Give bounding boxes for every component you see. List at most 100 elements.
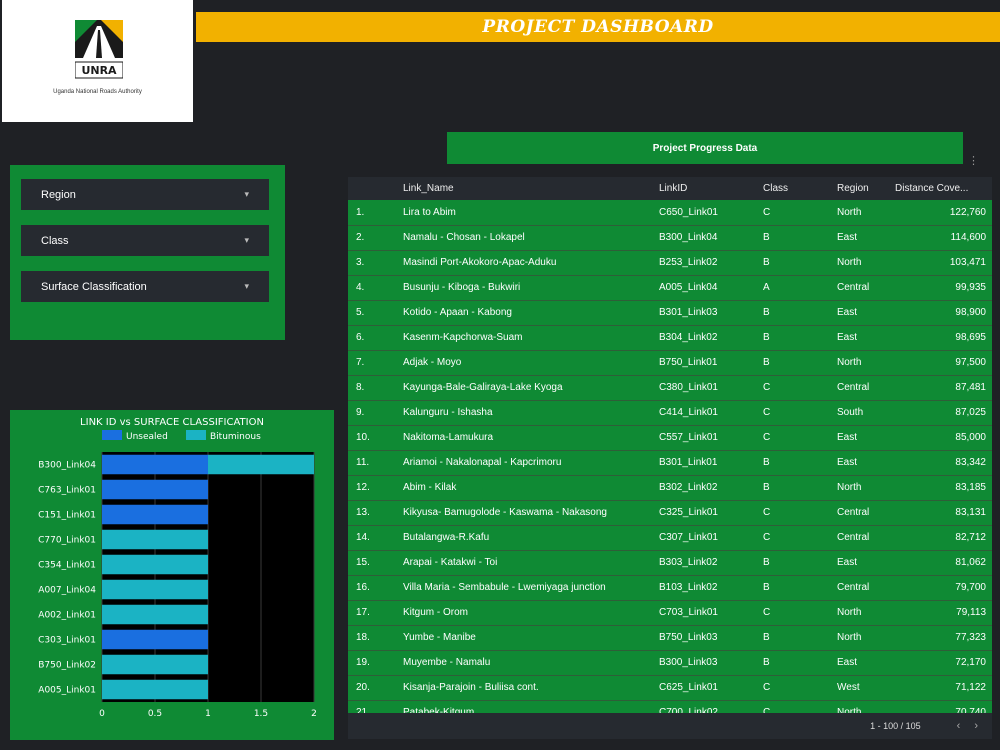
region-filter-label: Region <box>41 188 76 201</box>
class-cell: B <box>763 650 837 676</box>
unra-logo-icon: UNRA <box>75 20 123 79</box>
distance-cell: 122,760 <box>895 200 992 226</box>
distance-cell: 99,935 <box>895 275 992 301</box>
table-row[interactable]: 18. Yumbe - Manibe B750_Link03 B North 77,323 <box>348 625 992 651</box>
table-row[interactable]: 9. Kalunguru - Ishasha C414_Link01 C South 87… <box>348 400 992 426</box>
col-header-link-id[interactable]: LinkID <box>659 177 763 200</box>
distance-cell: 97,500 <box>895 350 992 376</box>
link-id-cell: B301_Link03 <box>659 300 763 326</box>
distance-cell: 83,131 <box>895 500 992 526</box>
region-filter[interactable]: Region ▾ <box>21 179 269 210</box>
bar-segment[interactable] <box>208 454 314 475</box>
table-row[interactable]: 2. Namalu - Chosan - Lokapel B300_Link04 B E… <box>348 225 992 251</box>
class-cell: C <box>763 500 837 526</box>
link-name-cell: Busunju - Kiboga - Bukwiri <box>403 275 659 301</box>
col-header-link-name[interactable]: Link_Name <box>403 177 659 200</box>
chevron-left-icon[interactable]: ‹ <box>957 720 961 732</box>
class-cell: B <box>763 450 837 476</box>
y-tick-label: C151_Link01 <box>38 511 96 521</box>
surface-classification-filter[interactable]: Surface Classification ▾ <box>21 271 269 302</box>
link-name-cell: Kasenm-Kapchorwa-Suam <box>403 325 659 351</box>
chevron-down-icon: ▾ <box>244 281 249 291</box>
row-index: 17. <box>348 600 403 626</box>
row-index: 19. <box>348 650 403 676</box>
y-tick-label: C763_Link01 <box>38 486 96 496</box>
link-name-cell: Nakitoma-Lamukura <box>403 425 659 451</box>
x-tick-label: 0.5 <box>148 709 162 719</box>
col-header-distance[interactable]: Distance Cove... <box>895 177 992 200</box>
distance-cell: 85,000 <box>895 425 992 451</box>
chevron-right-icon[interactable]: › <box>974 720 978 732</box>
table-row[interactable]: 13. Kikyusa- Bamugolode - Kaswama - Nakas… <box>348 500 992 526</box>
bar-segment[interactable] <box>102 479 208 500</box>
table-row[interactable]: 20. Kisanja-Parajoin - Buliisa cont. C625_… <box>348 675 992 701</box>
table-row[interactable]: 6. Kasenm-Kapchorwa-Suam B304_Link02 B East 9… <box>348 325 992 351</box>
region-cell: East <box>837 300 895 326</box>
link-id-cell: B253_Link02 <box>659 250 763 276</box>
class-cell: C <box>763 400 837 426</box>
link-id-cell: C557_Link01 <box>659 425 763 451</box>
table-row[interactable]: 3. Masindi Port-Akokoro-Apac-Aduku B253_Li… <box>348 250 992 276</box>
link-name-cell: Adjak - Moyo <box>403 350 659 376</box>
table-row[interactable]: 15. Arapai - Katakwi - Toi B303_Link02 B Eas… <box>348 550 992 576</box>
table-row[interactable]: 8. Kayunga-Bale-Galiraya-Lake Kyoga C380_L… <box>348 375 992 401</box>
table-row[interactable]: 4. Busunju - Kiboga - Bukwiri A005_Link04 A… <box>348 275 992 301</box>
bar-segment[interactable] <box>102 629 208 650</box>
table-row[interactable]: 16. Villa Maria - Sembabule - Lwemiyaga j… <box>348 575 992 601</box>
table-row[interactable]: 11. Ariamoi - Nakalonapal - Kapcrimoru B30… <box>348 450 992 476</box>
table-row[interactable]: 17. Kitgum - Orom C703_Link01 C North 79,113 <box>348 600 992 626</box>
region-cell: Central <box>837 500 895 526</box>
link-id-cell: A005_Link04 <box>659 275 763 301</box>
row-index: 12. <box>348 475 403 501</box>
bar-segment[interactable] <box>102 604 208 625</box>
region-cell: East <box>837 650 895 676</box>
class-cell: B <box>763 300 837 326</box>
bar-segment[interactable] <box>102 679 208 700</box>
row-index: 2. <box>348 225 403 251</box>
table-row[interactable]: 1. Lira to Abim C650_Link01 C North 122,760 <box>348 200 992 226</box>
class-cell: C <box>763 425 837 451</box>
bar-segment[interactable] <box>102 579 208 600</box>
distance-cell: 103,471 <box>895 250 992 276</box>
bar-segment[interactable] <box>102 504 208 525</box>
row-index: 3. <box>348 250 403 276</box>
link-name-cell: Kikyusa- Bamugolode - Kaswama - Nakasong <box>403 500 659 526</box>
class-cell: B <box>763 225 837 251</box>
distance-cell: 114,600 <box>895 225 992 251</box>
bar-segment[interactable] <box>102 554 208 575</box>
class-cell: C <box>763 675 837 701</box>
class-filter[interactable]: Class ▾ <box>21 225 269 256</box>
bar-segment[interactable] <box>102 654 208 675</box>
table-row[interactable]: 10. Nakitoma-Lamukura C557_Link01 C East 85,0… <box>348 425 992 451</box>
link-name-cell: Yumbe - Manibe <box>403 625 659 651</box>
table-row[interactable]: 14. Butalangwa-R.Kafu C307_Link01 C Central 8… <box>348 525 992 551</box>
distance-cell: 72,170 <box>895 650 992 676</box>
class-cell: B <box>763 550 837 576</box>
class-cell: C <box>763 525 837 551</box>
table-row[interactable]: 7. Adjak - Moyo B750_Link01 B North 97,500 <box>348 350 992 376</box>
more-options-icon[interactable]: ⋮ <box>968 154 979 167</box>
col-header-class[interactable]: Class <box>763 177 837 200</box>
table-row[interactable]: 5. Kotido - Apaan - Kabong B301_Link03 B Eas… <box>348 300 992 326</box>
region-cell: Central <box>837 575 895 601</box>
link-name-cell: Kisanja-Parajoin - Buliisa cont. <box>403 675 659 701</box>
table-row[interactable]: 12. Abim - Kilak B302_Link02 B North 83,185 <box>348 475 992 501</box>
x-tick-label: 2 <box>311 709 317 719</box>
legend-swatch <box>186 430 206 440</box>
table-row[interactable]: 19. Muyembe - Namalu B300_Link03 B East 72,17… <box>348 650 992 676</box>
row-index: 18. <box>348 625 403 651</box>
chevron-down-icon: ▾ <box>244 189 249 199</box>
region-cell: East <box>837 550 895 576</box>
class-cell: A <box>763 275 837 301</box>
bar-segment[interactable] <box>102 454 208 475</box>
legend-label: Unsealed <box>126 432 168 442</box>
col-header-index[interactable] <box>348 177 403 200</box>
region-cell: West <box>837 675 895 701</box>
col-header-region[interactable]: Region <box>837 177 895 200</box>
link-id-cell: B300_Link03 <box>659 650 763 676</box>
link-id-cell: C380_Link01 <box>659 375 763 401</box>
row-index: 11. <box>348 450 403 476</box>
region-cell: North <box>837 600 895 626</box>
link-id-cell: C650_Link01 <box>659 200 763 226</box>
bar-segment[interactable] <box>102 529 208 550</box>
